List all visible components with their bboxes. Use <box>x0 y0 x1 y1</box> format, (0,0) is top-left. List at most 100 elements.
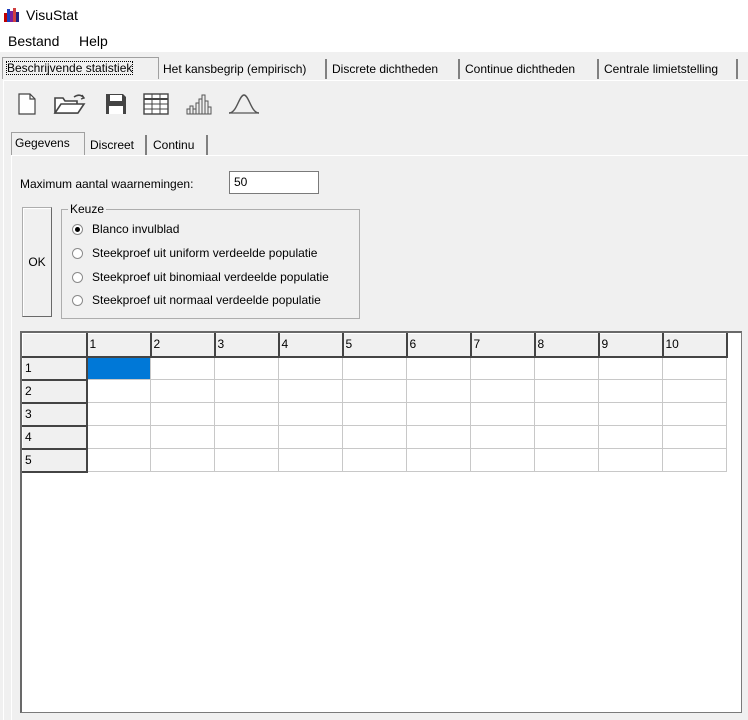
grid-cell[interactable] <box>598 402 663 426</box>
radio-button[interactable] <box>72 247 83 259</box>
menu-bestand[interactable]: Bestand <box>8 33 59 49</box>
column-header[interactable]: 2 <box>150 333 216 358</box>
option-label: Steekproef uit uniform verdeelde populat… <box>92 246 318 260</box>
grid-cell[interactable] <box>406 356 471 380</box>
grid-cell[interactable] <box>470 402 535 426</box>
grid-cell[interactable] <box>86 356 151 380</box>
grid-cell[interactable] <box>662 425 727 449</box>
ok-button[interactable]: OK <box>22 207 52 317</box>
row-header[interactable]: 5 <box>22 448 88 473</box>
grid-cell[interactable] <box>662 448 727 472</box>
grid-cell[interactable] <box>534 402 599 426</box>
grid-cell[interactable] <box>278 448 343 472</box>
grid-cell[interactable] <box>406 448 471 472</box>
grid-cell[interactable] <box>662 356 727 380</box>
new-file-icon[interactable] <box>16 92 38 116</box>
column-header[interactable]: 8 <box>534 333 600 358</box>
grid-cell[interactable] <box>278 379 343 403</box>
tab-discreet[interactable]: Discreet <box>87 135 147 155</box>
grid-cell[interactable] <box>342 448 407 472</box>
grid-cell[interactable] <box>150 379 215 403</box>
radio-button-checked[interactable] <box>72 223 83 235</box>
tab-discrete-dichtheden[interactable]: Discrete dichtheden <box>329 59 460 79</box>
menu-help[interactable]: Help <box>79 33 108 49</box>
grid-cell[interactable] <box>406 379 471 403</box>
title-bar: VisuStat <box>0 0 748 30</box>
grid-cell[interactable] <box>662 402 727 426</box>
tab-centrale-limietstelling[interactable]: Centrale limietstelling <box>601 59 738 79</box>
radio-button[interactable] <box>72 294 83 306</box>
grid-cell[interactable] <box>214 379 279 403</box>
radio-button[interactable] <box>72 271 83 283</box>
column-header[interactable]: 3 <box>214 333 280 358</box>
grid-cell[interactable] <box>470 379 535 403</box>
grid-cell[interactable] <box>150 448 215 472</box>
grid-cell[interactable] <box>470 425 535 449</box>
grid-cell[interactable] <box>470 356 535 380</box>
row-header[interactable]: 3 <box>22 402 88 427</box>
grid-cell[interactable] <box>534 356 599 380</box>
row-header[interactable]: 4 <box>22 425 88 450</box>
grid-cell[interactable] <box>534 425 599 449</box>
tab-continu[interactable]: Continu <box>150 135 208 155</box>
grid-cell[interactable] <box>662 379 727 403</box>
grid-cell[interactable] <box>150 425 215 449</box>
tab-gegevens[interactable]: Gegevens <box>11 132 85 155</box>
grid-cell[interactable] <box>86 379 151 403</box>
grid-cell[interactable] <box>534 379 599 403</box>
grid-cell[interactable] <box>214 425 279 449</box>
row-header[interactable]: 1 <box>22 356 88 381</box>
grid-cell[interactable] <box>278 356 343 380</box>
tab-kansbegrip[interactable]: Het kansbegrip (empirisch) <box>160 59 327 79</box>
save-icon[interactable] <box>104 92 128 116</box>
grid-cell[interactable] <box>342 425 407 449</box>
menu-bar: Bestand Help <box>0 30 748 52</box>
grid-cell[interactable] <box>86 402 151 426</box>
grid-cell[interactable] <box>214 356 279 380</box>
grid-cell[interactable] <box>150 402 215 426</box>
grid-cell[interactable] <box>342 356 407 380</box>
grid-cell[interactable] <box>470 448 535 472</box>
table-icon[interactable] <box>142 92 170 116</box>
grid-cell[interactable] <box>598 356 663 380</box>
grid-cell[interactable] <box>86 448 151 472</box>
grid-cell[interactable] <box>406 425 471 449</box>
table-row: 1 <box>22 356 727 381</box>
column-header[interactable]: 10 <box>662 333 728 358</box>
grid-cell[interactable] <box>342 402 407 426</box>
column-header[interactable]: 9 <box>598 333 664 358</box>
option-blanco[interactable]: Blanco invulblad <box>72 222 179 236</box>
column-header[interactable]: 7 <box>470 333 536 358</box>
tab-continue-dichtheden[interactable]: Continue dichtheden <box>462 59 599 79</box>
choice-group-title: Keuze <box>68 202 107 216</box>
grid-cell[interactable] <box>598 379 663 403</box>
grid-cell[interactable] <box>86 425 151 449</box>
option-normaal[interactable]: Steekproef uit normaal verdeelde populat… <box>72 293 321 307</box>
grid-header-row: 1 2 3 4 5 6 7 8 9 10 <box>22 333 728 358</box>
grid-cell[interactable] <box>214 402 279 426</box>
histogram-icon[interactable] <box>185 92 215 116</box>
grid-cell[interactable] <box>598 425 663 449</box>
grid-cell[interactable] <box>534 448 599 472</box>
bell-curve-icon[interactable] <box>227 92 261 116</box>
option-uniform[interactable]: Steekproef uit uniform verdeelde populat… <box>72 246 317 260</box>
grid-cell[interactable] <box>406 402 471 426</box>
grid-cell[interactable] <box>342 379 407 403</box>
max-observations-input[interactable]: 50 <box>229 171 319 194</box>
option-binomiaal[interactable]: Steekproef uit binomiaal verdeelde popul… <box>72 270 329 284</box>
row-header[interactable]: 2 <box>22 379 88 404</box>
column-header[interactable]: 5 <box>342 333 408 358</box>
data-grid[interactable]: 1 2 3 4 5 6 7 8 9 10 12345 <box>20 331 742 713</box>
option-label: Blanco invulblad <box>92 222 180 236</box>
grid-cell[interactable] <box>150 356 215 380</box>
column-header[interactable]: 1 <box>86 333 152 358</box>
column-header[interactable]: 6 <box>406 333 472 358</box>
table-row: 3 <box>22 402 727 427</box>
grid-cell[interactable] <box>214 448 279 472</box>
open-folder-icon[interactable] <box>53 92 87 116</box>
grid-cell[interactable] <box>278 402 343 426</box>
tab-beschrijvende-statistiek[interactable]: Beschrijvende statistiek <box>2 57 159 79</box>
column-header[interactable]: 4 <box>278 333 344 358</box>
grid-cell[interactable] <box>598 448 663 472</box>
grid-cell[interactable] <box>278 425 343 449</box>
